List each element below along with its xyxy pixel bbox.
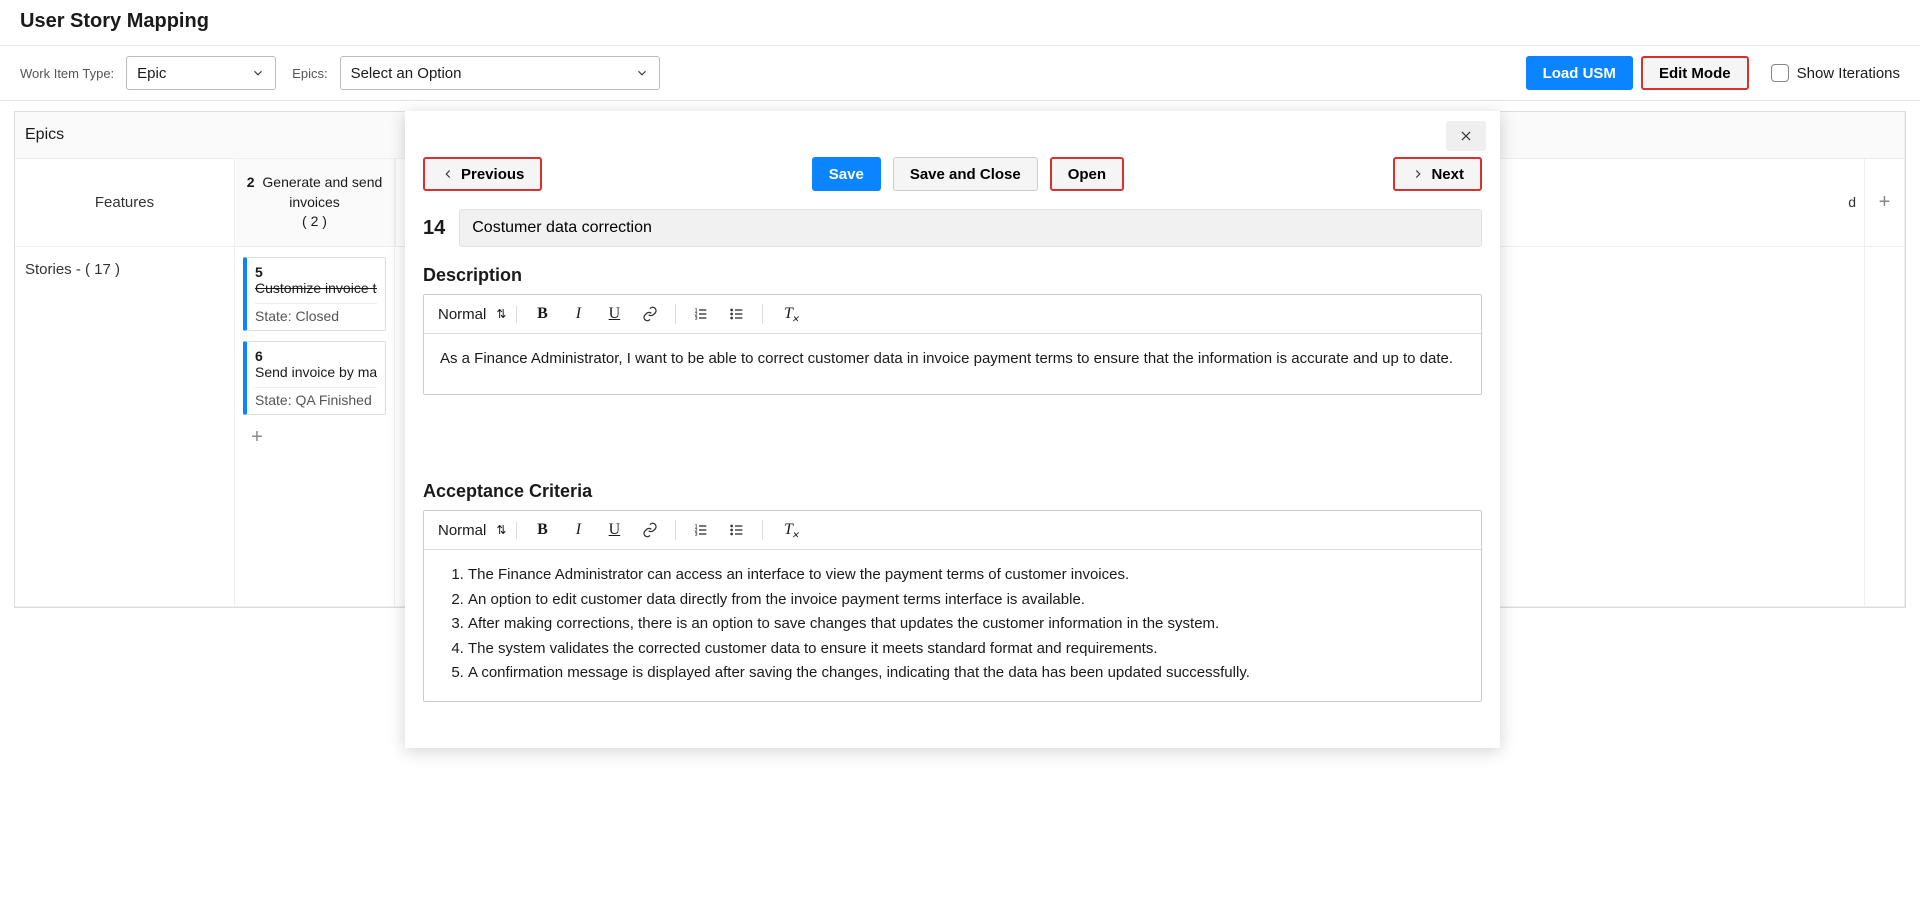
toolbar: Work Item Type: Epic Epics: Select an Op… [0,46,1920,101]
close-panel-button[interactable] [1446,121,1486,151]
description-editor: Normal ⇅ B I U 123 T✕ [423,294,1482,395]
story-title: Send invoice by mail [255,364,377,380]
story-id: 6 [255,348,263,364]
format-label: Normal [438,522,486,539]
save-button[interactable]: Save [812,157,881,191]
format-select[interactable]: Normal ⇅ [438,522,517,539]
ordered-list-icon[interactable]: 123 [690,303,712,325]
chevron-left-icon [441,167,455,181]
story-title: Customize invoice templates [255,280,377,296]
load-usm-button[interactable]: Load USM [1526,56,1633,90]
plus-icon: + [1875,190,1894,214]
stories-row-header: Stories - ( 17 ) [15,247,235,607]
features-row-header: Features [15,159,235,247]
add-feature-column[interactable]: + [1865,159,1905,247]
link-icon[interactable] [639,303,661,325]
list-item: The Finance Administrator can access an … [468,564,1465,587]
show-iterations-label: Show Iterations [1797,65,1900,82]
updown-icon: ⇅ [496,307,506,321]
feature-card[interactable]: 2 Generate and send invoices ( 2 ) [235,159,395,247]
story-state: State: QA Finished [255,387,377,408]
chevron-right-icon [1411,167,1425,181]
previous-button[interactable]: Previous [423,157,542,191]
description-body[interactable]: As a Finance Administrator, I want to be… [424,334,1481,394]
feature-count: ( 2 ) [302,212,327,232]
save-and-close-button[interactable]: Save and Close [893,157,1038,191]
format-select[interactable]: Normal ⇅ [438,306,517,323]
underline-icon[interactable]: U [603,303,625,325]
ordered-list-icon[interactable]: 123 [690,519,712,541]
format-label: Normal [438,306,486,323]
description-heading: Description [423,265,1482,286]
stories-column: 5 Customize invoice templates State: Clo… [235,247,395,607]
workitem-edit-panel: Previous Save Save and Close Open Next 1… [405,111,1500,748]
unordered-list-icon[interactable] [726,303,748,325]
acceptance-list: The Finance Administrator can access an … [440,564,1465,685]
feature-id: 2 [247,174,255,190]
unordered-list-icon[interactable] [726,519,748,541]
previous-label: Previous [461,166,524,183]
acceptance-toolbar: Normal ⇅ B I U 123 T✕ [424,511,1481,550]
svg-text:3: 3 [695,316,698,321]
chevron-down-icon [635,66,649,80]
work-item-type-select[interactable]: Epic [126,56,276,90]
story-card[interactable]: 5 Customize invoice templates State: Clo… [243,257,386,331]
empty-cell [1865,247,1905,607]
next-button[interactable]: Next [1393,157,1482,191]
show-iterations-checkbox[interactable]: Show Iterations [1771,64,1900,82]
acceptance-body[interactable]: The Finance Administrator can access an … [424,550,1481,701]
story-card[interactable]: 6 Send invoice by mail State: QA Finishe… [243,341,386,415]
italic-icon[interactable]: I [567,519,589,541]
clear-format-icon[interactable]: T✕ [777,519,799,541]
list-item: After making corrections, there is an op… [468,613,1465,636]
bold-icon[interactable]: B [531,303,553,325]
italic-icon[interactable]: I [567,303,589,325]
epics-select[interactable]: Select an Option [340,56,660,90]
description-toolbar: Normal ⇅ B I U 123 T✕ [424,295,1481,334]
workitem-title-input[interactable] [459,209,1482,247]
feature-title: Generate and send invoices [262,174,382,210]
add-story-button[interactable]: + [245,425,269,449]
workitem-id: 14 [423,217,445,240]
acceptance-editor: Normal ⇅ B I U 123 T✕ [423,510,1482,702]
list-item: An option to edit customer data directly… [468,589,1465,612]
page-title: User Story Mapping [0,0,1920,46]
list-item: A confirmation message is displayed afte… [468,662,1465,685]
list-item: The system validates the corrected custo… [468,638,1465,661]
work-item-type-value: Epic [137,65,166,82]
close-icon [1459,129,1473,143]
svg-text:3: 3 [695,532,698,537]
story-state: State: Closed [255,303,377,324]
next-label: Next [1431,166,1464,183]
acceptance-heading: Acceptance Criteria [423,481,1482,502]
underline-icon[interactable]: U [603,519,625,541]
work-item-type-label: Work Item Type: [20,66,114,81]
open-button[interactable]: Open [1050,157,1124,191]
story-id: 5 [255,264,263,280]
link-icon[interactable] [639,519,661,541]
checkbox-icon [1771,64,1789,82]
clear-format-icon[interactable]: T✕ [777,303,799,325]
edit-mode-button[interactable]: Edit Mode [1641,56,1749,90]
epics-value: Select an Option [351,65,462,82]
updown-icon: ⇅ [496,523,506,537]
epics-label: Epics: [292,66,327,81]
bold-icon[interactable]: B [531,519,553,541]
chevron-down-icon [251,66,265,80]
